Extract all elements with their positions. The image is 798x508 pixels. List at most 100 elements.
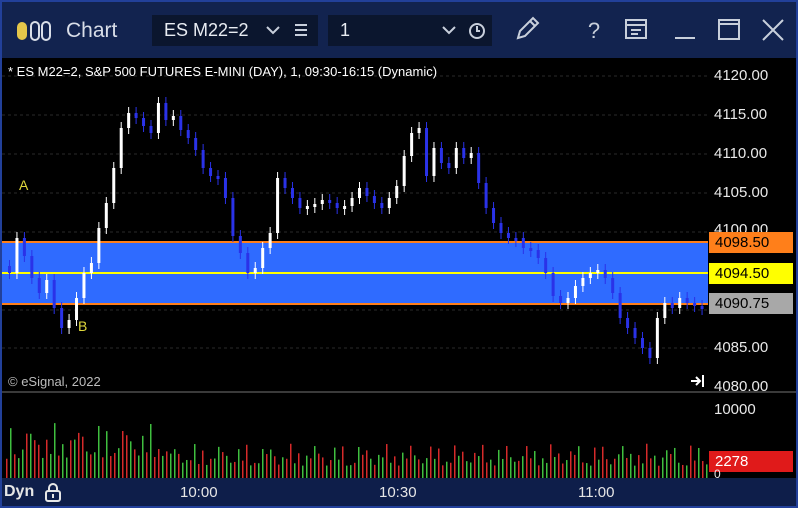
- volume-bar: [574, 454, 576, 478]
- lock-icon[interactable]: [44, 482, 62, 502]
- candle: [328, 200, 332, 203]
- upper-level-price-tag[interactable]: 4098.50: [709, 232, 793, 253]
- help-icon[interactable]: ?: [579, 16, 609, 46]
- volume-bar: [454, 445, 456, 478]
- price-axis[interactable]: 4120.00 4115.00 4110.00 4105.00 4100.00 …: [708, 58, 796, 395]
- pencil-icon[interactable]: [512, 14, 542, 44]
- candle: [290, 188, 294, 198]
- candle: [410, 133, 414, 156]
- volume-bar: [418, 459, 420, 478]
- candle: [97, 228, 101, 263]
- candle: [387, 198, 391, 208]
- price-chart[interactable]: * ES M22=2, S&P 500 FUTURES E-MINI (DAY)…: [2, 58, 708, 391]
- candle: [462, 148, 466, 158]
- volume-bar: [26, 433, 28, 478]
- volume-bar: [362, 454, 364, 478]
- volume-bar: [94, 452, 96, 478]
- volume-axis[interactable]: 10000 2278 0: [708, 393, 796, 481]
- volume-bar: [686, 465, 688, 478]
- candle: [499, 223, 503, 233]
- volume-bar: [234, 461, 236, 478]
- volume-bar: [586, 463, 588, 478]
- volume-bar: [330, 460, 332, 478]
- volume-bar: [598, 459, 600, 478]
- candle: [380, 203, 384, 208]
- volume-bar: [174, 449, 176, 478]
- volume-bar: [178, 453, 180, 478]
- volume-bar: [458, 455, 460, 478]
- candle: [75, 298, 79, 320]
- link-group-icon[interactable]: [16, 20, 52, 42]
- volume-bar: [286, 458, 288, 478]
- volume-bar: [550, 444, 552, 478]
- window-layout-icon[interactable]: [624, 18, 650, 42]
- volume-bar: [618, 454, 620, 478]
- volume-bar: [182, 462, 184, 478]
- scroll-to-end-icon[interactable]: [690, 374, 706, 388]
- candle: [685, 298, 689, 303]
- candle: [521, 238, 525, 248]
- volume-bar: [678, 462, 680, 478]
- minimize-icon[interactable]: [672, 18, 698, 42]
- volume-bar: [482, 444, 484, 478]
- candle: [640, 338, 644, 348]
- volume-tick: 10000: [714, 401, 756, 418]
- volume-bar: [578, 446, 580, 478]
- interval-selector[interactable]: 1: [328, 15, 492, 46]
- volume-bar: [150, 424, 152, 478]
- volume-bar: [366, 450, 368, 478]
- close-icon[interactable]: [760, 18, 786, 42]
- volume-bar: [610, 464, 612, 478]
- volume-bar: [466, 461, 468, 478]
- interval-input[interactable]: 1: [340, 20, 350, 41]
- clock-icon[interactable]: [468, 22, 486, 40]
- volume-bar: [258, 463, 260, 478]
- volume-bar: [546, 462, 548, 478]
- last-price-tag[interactable]: 4090.75: [709, 293, 793, 314]
- volume-bar: [138, 455, 140, 478]
- volume-bar: [74, 439, 76, 478]
- volume-bar: [142, 435, 144, 478]
- candle: [573, 286, 577, 298]
- mid-level-price-tag[interactable]: 4094.50: [709, 263, 793, 284]
- volume-bar: [202, 450, 204, 478]
- volume-bar: [390, 462, 392, 478]
- volume-bar: [462, 451, 464, 478]
- volume-bar: [166, 451, 168, 478]
- symbol-selector[interactable]: ES M22=2: [152, 15, 318, 46]
- symbol-input[interactable]: ES M22=2: [164, 20, 249, 41]
- maximize-icon[interactable]: [716, 18, 742, 42]
- volume-bar: [210, 458, 212, 478]
- chevron-down-icon[interactable]: [266, 25, 280, 35]
- volume-bar: [110, 456, 112, 478]
- symbol-menu-icon[interactable]: [294, 23, 308, 37]
- volume-bar: [674, 447, 676, 478]
- time-label: 11:00: [578, 484, 615, 501]
- time-axis[interactable]: Dyn 10:00 10:30 11:00: [2, 480, 796, 506]
- volume-bar: [114, 452, 116, 478]
- volume-bar: [406, 458, 408, 478]
- chevron-down-icon[interactable]: [442, 25, 456, 35]
- candle: [127, 113, 131, 128]
- volume-bar: [194, 444, 196, 478]
- volume-bar: [82, 436, 84, 478]
- volume-bar: [626, 457, 628, 478]
- volume-bar: [306, 455, 308, 478]
- volume-bar: [62, 444, 64, 478]
- volume-bar: [262, 449, 264, 478]
- candle: [134, 113, 138, 118]
- volume-bar: [582, 462, 584, 478]
- volume-bar: [118, 448, 120, 478]
- volume-bar: [314, 446, 316, 478]
- volume-bar: [154, 456, 156, 478]
- volume-bar: [430, 446, 432, 478]
- volume-bar: [438, 448, 440, 478]
- volume-bar: [638, 455, 640, 478]
- volume-bar: [90, 454, 92, 478]
- dynamic-mode-label[interactable]: Dyn: [4, 483, 34, 501]
- candle: [655, 318, 659, 358]
- volume-bar: [486, 462, 488, 478]
- candle: [469, 153, 473, 158]
- volume-chart[interactable]: [2, 393, 708, 478]
- volume-tick: 0: [714, 467, 721, 481]
